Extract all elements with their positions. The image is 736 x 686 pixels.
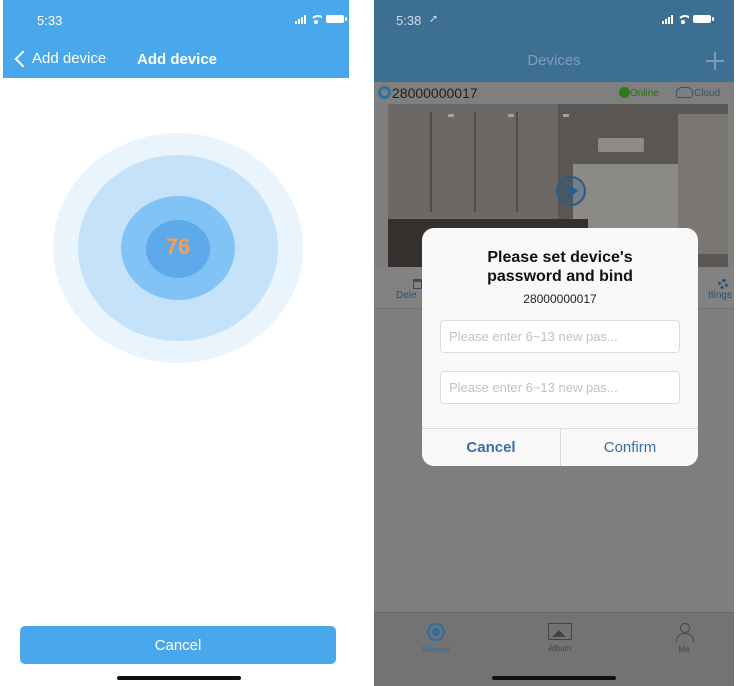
preview-window (573, 164, 693, 234)
status-time: 5:33 (37, 13, 63, 28)
page-title: Add device (137, 51, 218, 68)
tab-album[interactable]: Album (530, 623, 590, 653)
camera-icon (427, 623, 445, 641)
home-indicator (492, 676, 616, 680)
wifi-icon (310, 14, 322, 24)
bind-password-dialog: Please set device's password and bind 28… (422, 228, 698, 466)
home-indicator (117, 676, 241, 680)
preview-light (448, 114, 454, 117)
add-device-plus-icon[interactable] (706, 52, 724, 70)
location-arrow-icon: ➚ (429, 13, 439, 25)
settings-label: ttings (708, 290, 732, 301)
delete-label: Dele (396, 290, 417, 301)
cancel-button[interactable]: Cancel (20, 626, 336, 664)
chevron-left-icon (14, 50, 32, 67)
signal-icon (295, 14, 306, 24)
tab-label: Devices (421, 645, 451, 654)
gear-icon (718, 279, 728, 289)
status-time: 5:38 (396, 13, 422, 28)
tab-me[interactable]: Me (654, 623, 714, 654)
page-title: Devices (527, 52, 581, 69)
dialog-title: Please set device's password and bind (487, 249, 633, 285)
back-label: Add device (32, 50, 107, 67)
preview-light (508, 114, 514, 117)
trash-icon (413, 279, 422, 289)
tab-devices[interactable]: Devices (406, 623, 466, 654)
battery-icon (326, 15, 347, 23)
online-status-icon (619, 87, 630, 98)
person-icon (675, 623, 694, 642)
preview-air-conditioner (598, 138, 644, 152)
devices-screen: 5:38 ➚ Devices 28000000017 Online Cloud (374, 0, 734, 686)
image-icon (548, 623, 572, 640)
signal-icon (662, 14, 673, 24)
status-icons (662, 12, 714, 26)
preview-light (563, 114, 569, 117)
dialog-device-id: 28000000017 (523, 292, 597, 306)
password-input[interactable] (440, 320, 680, 353)
dialog-confirm-button[interactable]: Confirm (561, 429, 698, 466)
progress-value: 76 (165, 234, 191, 259)
online-status: Online (630, 88, 659, 99)
confirm-password-input[interactable] (440, 371, 680, 404)
wifi-icon (677, 14, 689, 24)
back-button[interactable]: Add device (13, 50, 106, 67)
status-icons (295, 12, 347, 26)
tab-label: Album (548, 644, 572, 653)
camera-icon (378, 86, 391, 99)
app-root: 5:33 Add device Add device 76 Cancel 5:3… (0, 0, 736, 686)
device-id: 28000000017 (392, 85, 478, 101)
tab-label: Me (678, 645, 690, 654)
preview-cabinet (388, 104, 558, 219)
play-icon[interactable] (556, 176, 586, 206)
cloud-label[interactable]: Cloud (694, 88, 720, 99)
dialog-cancel-button[interactable]: Cancel (422, 429, 560, 466)
nav-bar: 5:33 Add device Add device (3, 0, 349, 78)
battery-icon (693, 15, 714, 23)
nav-bar: 5:38 ➚ Devices (374, 0, 734, 82)
add-device-screen: 5:33 Add device Add device 76 Cancel (3, 0, 349, 686)
cloud-icon[interactable] (676, 87, 693, 98)
settings-button[interactable]: ttings (692, 279, 732, 301)
